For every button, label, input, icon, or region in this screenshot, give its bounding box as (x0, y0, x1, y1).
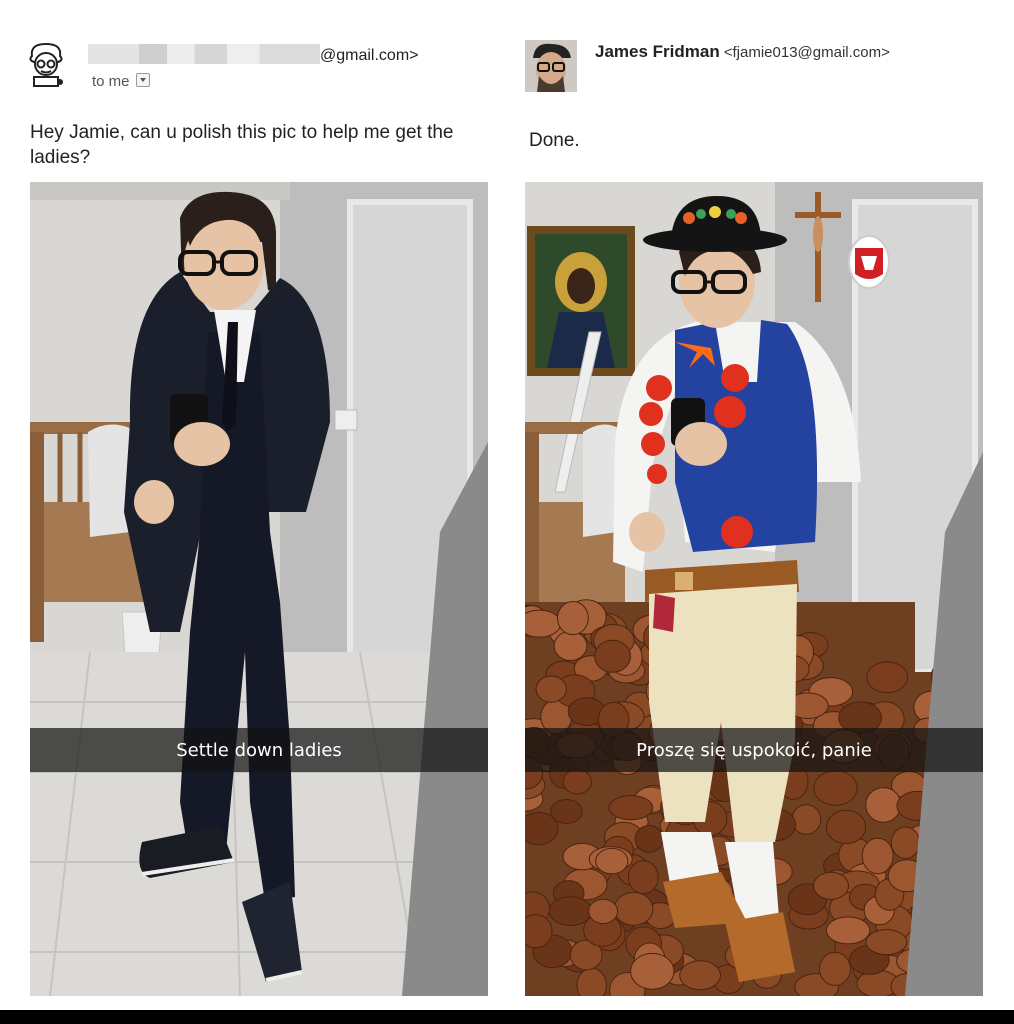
photo-caption: Proszę się uspokoić, panie (636, 739, 872, 761)
onion (535, 675, 567, 703)
onion (562, 769, 592, 795)
caption-bar: Settle down ladies (30, 728, 488, 772)
onion (595, 847, 629, 875)
edited-photo: Proszę się uspokoić, panie (525, 182, 983, 996)
onion (548, 896, 593, 926)
sender-avatar[interactable] (24, 40, 68, 88)
onion (866, 661, 909, 694)
onion (679, 960, 722, 991)
original-photo-drawing (30, 182, 488, 996)
onion (865, 929, 908, 956)
recipient-line: to me (92, 73, 150, 90)
onion (588, 898, 619, 925)
onion (826, 809, 867, 845)
request-email: @gmail.com> to me Hey Jamie, can u polis… (0, 0, 507, 1010)
bottom-black-bar (0, 1010, 1014, 1024)
recipient-details-dropdown-icon[interactable] (135, 73, 150, 87)
sender-identity: James Fridman <fjamie013@gmail.com> (595, 42, 890, 62)
reply-email: James Fridman <fjamie013@gmail.com> Done. (507, 0, 1014, 1010)
original-photo: Settle down ladies (30, 182, 488, 996)
onion (594, 639, 631, 673)
onion (634, 825, 664, 853)
onion (865, 787, 902, 823)
redacted-email-block (88, 44, 320, 64)
sender-avatar[interactable] (525, 40, 577, 92)
onion (576, 967, 607, 996)
recipient-label: to me (92, 73, 130, 90)
onion (525, 609, 562, 638)
sender-email: <fjamie013@gmail.com> (723, 44, 890, 61)
sender-name: James Fridman (595, 42, 720, 61)
onion (608, 795, 654, 821)
onion (613, 892, 654, 926)
sender-address: @gmail.com> (88, 44, 419, 65)
onion (791, 804, 822, 835)
onion (890, 826, 921, 859)
message-body: Done. (529, 130, 580, 151)
onion (525, 811, 559, 846)
onion (819, 951, 851, 986)
message-body: Hey Jamie, can u polish this pic to help… (30, 122, 454, 168)
photo-caption: Settle down ladies (176, 739, 342, 761)
onion (627, 860, 659, 895)
onion (557, 601, 589, 636)
onion (630, 952, 675, 990)
onion (861, 837, 894, 875)
caption-bar: Proszę się uspokoić, panie (525, 728, 983, 772)
onion (825, 916, 871, 945)
onion (813, 770, 858, 806)
edited-photo-drawing (525, 182, 983, 996)
onion (553, 630, 588, 661)
sender-email-suffix: @gmail.com> (320, 47, 419, 64)
onion (525, 914, 553, 949)
onion (813, 871, 849, 900)
